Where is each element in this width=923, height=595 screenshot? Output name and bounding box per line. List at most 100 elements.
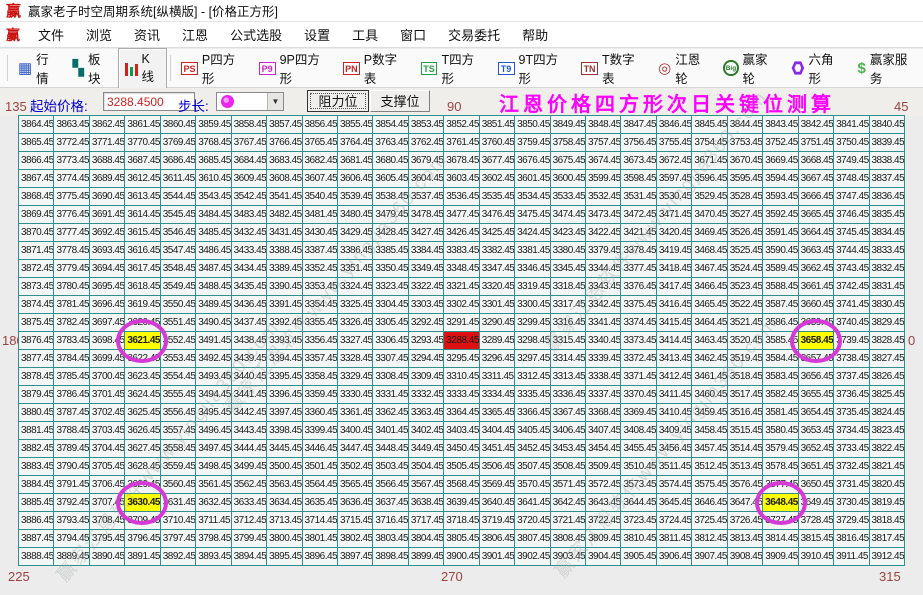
grid-cell: 3556.45 [159, 403, 197, 422]
grid-cell: 3568.45 [443, 475, 480, 494]
menu-item-设置[interactable]: 设置 [293, 28, 341, 43]
grid-cell: 3468.45 [691, 241, 728, 260]
grid-cell: 3515.45 [726, 421, 764, 440]
menu-item-窗口[interactable]: 窗口 [389, 28, 437, 43]
grid-cell: 3491.45 [195, 331, 232, 350]
toolbar-button-P数字表[interactable]: PN P数字表 [336, 45, 414, 91]
menu-item-浏览[interactable]: 浏览 [75, 28, 123, 43]
grid-cell: 3359.45 [301, 385, 338, 404]
grid-cell: 3321.45 [443, 277, 480, 296]
toolbar-button-9P四方形[interactable]: P9 9P四方形 [252, 45, 336, 91]
toolbar-button-9T四方形[interactable]: T9 9T四方形 [491, 45, 575, 91]
pn-icon: PN [342, 61, 360, 75]
grid-cell: 3836.45 [868, 187, 905, 206]
grid-cell: 3887.45 [17, 529, 55, 548]
toolbar-button-T四方形[interactable]: TS T四方形 [414, 45, 491, 91]
grid-cell: 3804.45 [407, 529, 445, 548]
menu-item-工具[interactable]: 工具 [341, 28, 389, 43]
grid-cell: 3577.45 [762, 475, 799, 494]
toolbar-button-江恩轮[interactable]: ◎ 江恩轮 [651, 45, 716, 91]
quotes-table-icon: ▦ [17, 59, 33, 77]
toolbar-button-T数字表[interactable]: TN T数字表 [574, 45, 651, 91]
grid-cell: 3514.45 [726, 439, 764, 458]
grid-cell: 3519.45 [726, 349, 764, 368]
grid-cell: 3822.45 [868, 439, 905, 458]
grid-cell: 3721.45 [549, 511, 587, 530]
menu-item-公式选股[interactable]: 公式选股 [219, 28, 293, 43]
dollar-icon: $ [857, 59, 866, 77]
grid-cell: 3348.45 [443, 259, 480, 278]
grid-cell: 3301.45 [478, 295, 516, 314]
grid-cell: 3710.45 [159, 511, 197, 530]
toolbar-button-赢家服务[interactable]: $ 赢家服务 [850, 45, 923, 91]
grid-cell: 3697.45 [88, 313, 126, 332]
menu-item-江恩[interactable]: 江恩 [171, 28, 219, 43]
grid-cell: 3789.45 [53, 439, 90, 458]
key-level-cell: 3658.45 [797, 331, 835, 350]
grid-cell: 3418.45 [655, 259, 693, 278]
toolbar-button-板块[interactable]: ▚ 板块 [65, 45, 117, 91]
menu-item-文件[interactable]: 文件 [27, 28, 75, 43]
grid-cell: 3755.45 [655, 133, 693, 152]
menu-item-帮助[interactable]: 帮助 [511, 28, 559, 43]
grid-cell: 3873.45 [17, 277, 55, 296]
grid-cell: 3402.45 [407, 421, 445, 440]
grid-cell: 3511.45 [655, 457, 693, 476]
grid-cell: 3726.45 [726, 511, 764, 530]
grid-cell: 3798.45 [195, 529, 232, 548]
grid-cell: 3803.45 [372, 529, 409, 548]
grid-cell: 3896.45 [301, 547, 338, 566]
grid-cell: 3562.45 [230, 475, 268, 494]
grid-cell: 3388.45 [266, 241, 303, 260]
grid-cell: 3647.45 [726, 493, 764, 512]
grid-cell: 3885.45 [17, 493, 55, 512]
child-window-icon[interactable]: 赢 [6, 25, 20, 45]
support-button[interactable]: 支撑位 [370, 90, 430, 112]
grid-cell: 3774.45 [53, 169, 90, 188]
winner-wheel-icon: Big [723, 60, 739, 76]
grid-cell: 3701.45 [88, 385, 126, 404]
grid-cell: 3582.45 [762, 385, 799, 404]
grid-cell: 3393.45 [266, 331, 303, 350]
gann-price-square: 3864.45 3863.45 3862.45 3861.45 3860.45 3859.… [17, 115, 905, 566]
toolbar-button-行情[interactable]: ▦ 行情 [11, 45, 66, 91]
grid-cell: 3861.45 [124, 115, 161, 134]
grid-cell: 3435.45 [230, 277, 268, 296]
grid-cell: 3731.45 [833, 475, 870, 494]
grid-cell: 3500.45 [266, 457, 303, 476]
grid-cell: 3505.45 [443, 457, 480, 476]
grid-cell: 3385.45 [372, 241, 409, 260]
grid-cell: 3531.45 [620, 187, 657, 206]
grid-cell: 3748.45 [833, 169, 870, 188]
grid-cell: 3315.45 [549, 331, 587, 350]
grid-cell: 3409.45 [655, 421, 693, 440]
grid-cell: 3659.45 [797, 313, 835, 332]
grid-cell: 3328.45 [336, 349, 374, 368]
grid-cell: 3300.45 [514, 295, 551, 314]
grid-cell: 3791.45 [53, 475, 90, 494]
grid-cell: 3445.45 [266, 439, 303, 458]
toolbar-button-P四方形[interactable]: PS P四方形 [174, 45, 252, 91]
grid-cell: 3905.45 [620, 547, 657, 566]
grid-cell: 3778.45 [53, 241, 90, 260]
grid-cell: 3840.45 [868, 115, 905, 134]
menu-item-交易委托[interactable]: 交易委托 [437, 28, 511, 43]
grid-cell: 3668.45 [797, 151, 835, 170]
grid-cell: 3350.45 [372, 259, 409, 278]
toolbar-button-K线[interactable]: K线 [117, 47, 168, 89]
toolbar-button-赢家轮[interactable]: Big 赢家轮 [716, 45, 784, 91]
grid-cell: 3635.45 [301, 493, 338, 512]
grid-cell: 3290.45 [478, 313, 516, 332]
step-select[interactable]: ▼ [216, 92, 284, 111]
grid-cell: 3813.45 [726, 529, 764, 548]
grid-cell: 3559.45 [159, 457, 197, 476]
chevron-down-icon[interactable]: ▼ [267, 93, 283, 110]
grid-cell: 3667.45 [797, 169, 835, 188]
menu-item-资讯[interactable]: 资讯 [123, 28, 171, 43]
toolbar-button-六角形[interactable]: 六角形 [784, 45, 850, 91]
grid-cell: 3319.45 [514, 277, 551, 296]
resistance-button[interactable]: 阻力位 [307, 90, 369, 112]
grid-cell: 3833.45 [868, 241, 905, 260]
grid-cell: 3787.45 [53, 403, 90, 422]
grid-cell: 3737.45 [833, 367, 870, 386]
